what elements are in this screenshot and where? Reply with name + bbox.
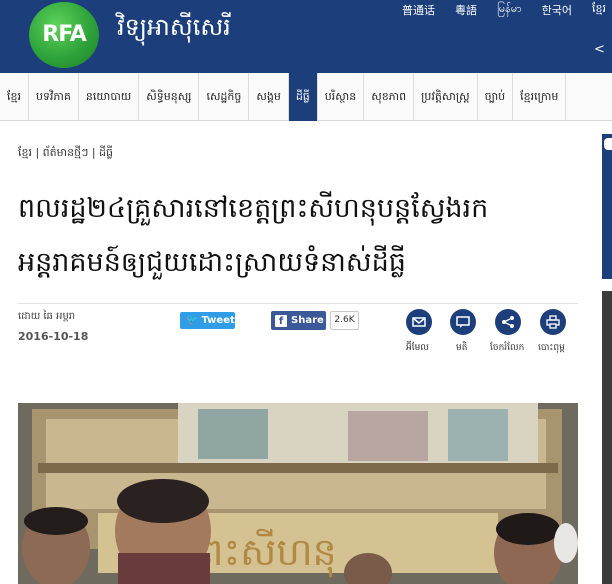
facebook-share-button[interactable]: f Share [271, 311, 326, 330]
lang-link-khmer[interactable]: ខ្មែរ [592, 2, 606, 18]
tweet-label: Tweet [201, 315, 235, 326]
nav-item-human-rights[interactable]: សិទ្ធិមនុស្ស [139, 73, 200, 121]
nav-item-politics[interactable]: នយោបាយ [79, 73, 140, 121]
twitter-bird-icon: 🐦 [186, 315, 199, 326]
share-label-text: ចែករំលែក [490, 343, 525, 353]
site-name[interactable]: វិទ្យុអាស៊ីសេរី [117, 12, 231, 47]
nav-item-law[interactable]: ច្បាប់ [478, 73, 514, 121]
nav-item-health[interactable]: សុខភាព [364, 73, 415, 121]
print-button[interactable] [540, 309, 566, 335]
article-title-line-1: ពលរដ្ឋ២៤គ្រួសារនៅខេត្តព្រះសីហនុបន្តស្វែង… [18, 193, 489, 224]
sidebar-video-thumbnail[interactable] [602, 291, 612, 584]
comment-icon [456, 316, 470, 328]
nav-item-economy[interactable]: សេដ្ឋកិច្ច [199, 73, 250, 121]
share-label: Share [291, 315, 324, 326]
nav-item-khmer[interactable]: ខ្មែរ [0, 73, 29, 121]
share-icon[interactable]: < [594, 42, 612, 60]
share-icon [502, 316, 514, 328]
breadcrumb[interactable]: ខ្មែរ | ព័ត៌មានថ្មីៗ | ដីធ្លី [18, 146, 113, 162]
tweet-button[interactable]: 🐦 Tweet [180, 312, 235, 329]
email-button[interactable] [406, 309, 432, 335]
nav-item-khmer-krom[interactable]: ខ្មែរក្រោម [513, 73, 567, 121]
protest-photo: ព្រះសីហនុ [18, 403, 578, 584]
divider [18, 303, 578, 304]
sidebar-widget-icon [604, 138, 612, 150]
logo-text: RFA [42, 22, 86, 47]
lang-link-burmese[interactable]: မြန်မာ [497, 2, 522, 18]
nav-item-society[interactable]: សង្គម [249, 73, 289, 121]
nav-item-environment[interactable]: បរិស្ថាន [318, 73, 365, 121]
share-count: 2.6K [330, 311, 359, 330]
site-header: RFA វិទ្យុអាស៊ីសេរី 普通话 粵語 မြန်မာ 한국어 ខ្… [0, 0, 612, 73]
article-date: 2016-10-18 [18, 330, 89, 343]
article-author: ដោយ ឆៃ អម្ពរា [18, 311, 76, 322]
lang-link-korean[interactable]: 한국어 [542, 2, 572, 18]
print-label: បោះពុម្ព [538, 343, 565, 353]
nav-item-history[interactable]: ប្រវត្តិសាស្ត្រ [414, 73, 478, 121]
comment-label: មតិ [456, 343, 468, 353]
envelope-icon [412, 317, 426, 327]
main-nav: ខ្មែរ បទវិភាគ នយោបាយ សិទ្ធិមនុស្ស សេដ្ឋក… [0, 73, 612, 121]
sidebar-widget[interactable] [602, 134, 612, 279]
language-links: 普通话 粵語 မြန်မာ 한국어 ខ្មែរ [402, 2, 612, 18]
lang-link-mandarin[interactable]: 普通话 [402, 2, 435, 18]
lang-link-cantonese[interactable]: 粵語 [455, 2, 477, 18]
share-button[interactable] [495, 309, 521, 335]
article-title: ពលរដ្ឋ២៤គ្រួសារនៅខេត្តព្រះសីហនុបន្តស្វែង… [18, 182, 583, 290]
article-photo: ព្រះសីហនុ [18, 403, 578, 584]
comment-button[interactable] [450, 309, 476, 335]
facebook-icon: f [275, 315, 287, 327]
article-title-line-2: អន្តរាគមន៍ឲ្យជួយដោះស្រាយទំនាស់ដីធ្លី [18, 247, 406, 278]
printer-icon [546, 315, 560, 329]
rfa-logo[interactable]: RFA [29, 2, 99, 68]
nav-item-land[interactable]: ដីធ្លី [288, 73, 318, 121]
email-label: អ៊ីមែល [406, 343, 429, 353]
nav-item-analysis[interactable]: បទវិភាគ [29, 73, 79, 121]
